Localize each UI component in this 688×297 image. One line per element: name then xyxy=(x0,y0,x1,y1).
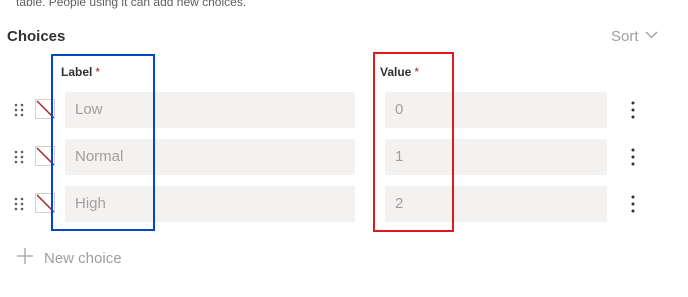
plus-icon xyxy=(16,247,34,269)
drag-handle-icon[interactable] xyxy=(13,197,25,211)
more-options-icon[interactable] xyxy=(626,194,640,214)
value-column-highlight xyxy=(373,52,454,232)
new-choice-label: New choice xyxy=(44,249,122,267)
chevron-down-icon xyxy=(645,28,658,45)
drag-handle-icon[interactable] xyxy=(13,103,25,117)
description-text: table. People using it can add new choic… xyxy=(16,0,247,9)
more-options-icon[interactable] xyxy=(626,147,640,167)
label-column-highlight xyxy=(51,54,155,231)
drag-handle-icon[interactable] xyxy=(13,150,25,164)
sort-label: Sort xyxy=(611,28,639,45)
sort-button[interactable]: Sort xyxy=(611,28,658,45)
more-options-icon[interactable] xyxy=(626,100,640,120)
new-choice-button[interactable]: New choice xyxy=(16,247,122,269)
section-title: Choices xyxy=(7,28,66,45)
